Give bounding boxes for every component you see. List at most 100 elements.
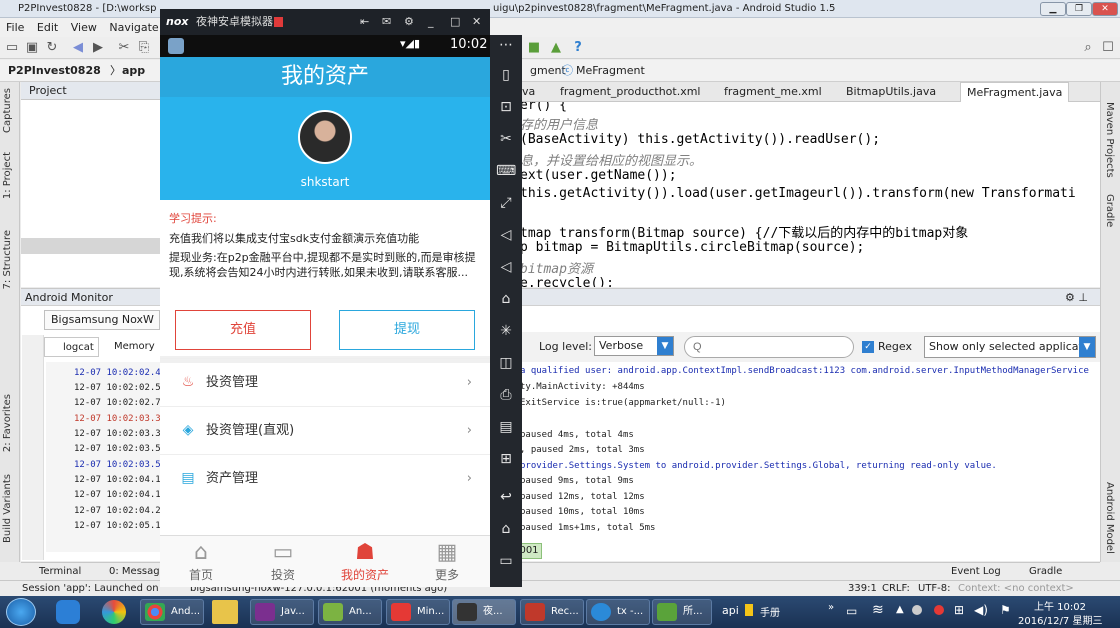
regex-checkbox[interactable]: ✓: [862, 341, 874, 353]
tool-build-variants[interactable]: Build Variants: [2, 474, 13, 543]
terminal-tab[interactable]: Terminal: [39, 563, 81, 581]
cut-icon[interactable]: ✂: [116, 40, 132, 56]
menu-investment-management[interactable]: ♨ 投资管理 ›: [160, 358, 490, 406]
print-icon[interactable]: ⎙: [496, 385, 516, 405]
tool-captures[interactable]: Captures: [2, 88, 13, 133]
menu-investment-visual[interactable]: ◈ 投资管理(直观) ›: [160, 406, 490, 454]
android-home-icon[interactable]: ⌂: [496, 519, 516, 539]
breadcrumb-package[interactable]: gment: [530, 60, 566, 82]
tool-structure[interactable]: 7: Structure: [2, 230, 13, 289]
start-button[interactable]: [6, 598, 36, 626]
volume-up-icon[interactable]: ◁: [496, 225, 516, 245]
keyboard-tray-icon[interactable]: ▭: [846, 604, 857, 618]
back-icon[interactable]: ◀: [70, 40, 86, 56]
tray-arrow-icon[interactable]: ▲: [896, 604, 904, 615]
taskbar-item-mindmanager[interactable]: Min...: [386, 599, 450, 625]
project-selected-row[interactable]: [21, 238, 161, 254]
recharge-button[interactable]: 充值: [175, 310, 311, 350]
close-icon[interactable]: ✕: [472, 9, 481, 35]
shake-icon[interactable]: ✳: [496, 321, 516, 341]
qq-icon[interactable]: [56, 600, 80, 624]
status-line-ending[interactable]: CRLF:: [882, 581, 910, 596]
flag-icon[interactable]: ⚑: [1000, 603, 1011, 617]
tab-logcat[interactable]: logcat: [44, 337, 99, 357]
multi-window-icon[interactable]: ⊞: [496, 449, 516, 469]
log-messages[interactable]: a qualified user: android.app.ContextImp…: [520, 366, 1090, 538]
status-position[interactable]: 339:1: [848, 581, 877, 596]
taskbar-item-java[interactable]: Jav...: [250, 599, 314, 625]
menu-navigate[interactable]: Navigate: [109, 21, 158, 34]
maximize-icon[interactable]: □: [450, 9, 460, 35]
mail-icon[interactable]: ✉: [382, 9, 391, 35]
tool-gradle[interactable]: Gradle: [1104, 194, 1115, 227]
maximize-button[interactable]: ❐: [1066, 2, 1092, 16]
minimize-icon[interactable]: _: [428, 9, 434, 35]
breadcrumb-module[interactable]: app: [122, 60, 145, 82]
android-back-icon[interactable]: ↩: [496, 487, 516, 507]
log-search-input[interactable]: [684, 336, 854, 358]
help-icon[interactable]: ?: [570, 40, 586, 56]
nav-more[interactable]: ▦ 更多: [406, 538, 488, 588]
close-button[interactable]: ✕: [1092, 2, 1118, 16]
network-tray-icon[interactable]: ⊞: [954, 603, 964, 617]
files-icon[interactable]: ▤: [496, 417, 516, 437]
tool-project[interactable]: 1: Project: [2, 152, 13, 199]
tray-dot-icon[interactable]: [912, 605, 922, 615]
clock-time[interactable]: 上午 10:02: [1034, 598, 1086, 613]
withdraw-button[interactable]: 提现: [339, 310, 475, 350]
tool-maven[interactable]: Maven Projects: [1104, 102, 1115, 178]
tab-memory[interactable]: Memory: [100, 337, 160, 357]
ime-input[interactable]: api: [722, 604, 739, 617]
tool-favorites[interactable]: 2: Favorites: [2, 394, 13, 452]
tool-android-model[interactable]: Android Model: [1104, 482, 1115, 554]
wifi-icon[interactable]: ≋: [872, 602, 884, 618]
taskbar-item-ie[interactable]: tx -...: [586, 599, 650, 625]
keyboard-icon[interactable]: ⌨: [496, 161, 516, 181]
app-filter-select[interactable]: Show only selected application ▼: [924, 336, 1096, 358]
settings-gear-icon[interactable]: ⚙ ⊥: [1065, 289, 1088, 307]
copy-icon[interactable]: ⎘: [136, 40, 152, 56]
volume-down-icon[interactable]: ◁: [496, 257, 516, 277]
code-editor[interactable]: er() { 存的用户信息 (BaseActivity) this.getAct…: [516, 102, 1100, 287]
search-everywhere-icon[interactable]: ⌕: [1080, 40, 1096, 56]
avatar[interactable]: [298, 110, 352, 164]
clock-date[interactable]: 2016/12/7 星期三: [1018, 612, 1102, 627]
tab-mefragment[interactable]: MeFragment.java: [960, 82, 1070, 102]
log-level-select[interactable]: Verbose ▼: [594, 336, 674, 356]
photos-icon[interactable]: [102, 600, 126, 624]
pin-icon[interactable]: ⇤: [360, 9, 369, 35]
nav-home[interactable]: ⌂ 首页: [160, 538, 242, 588]
tab-fragment-me[interactable]: fragment_me.xml: [718, 82, 828, 102]
scissors-icon[interactable]: ✂: [496, 129, 516, 149]
apk-install-icon[interactable]: ⌂: [496, 289, 516, 309]
taskbar-item-evernote[interactable]: 所...: [652, 599, 712, 625]
user-icon[interactable]: ☐: [1100, 40, 1116, 56]
sync-icon[interactable]: ↻: [44, 40, 60, 56]
android-recents-icon[interactable]: ▭: [496, 551, 516, 571]
explorer-icon[interactable]: [212, 600, 238, 624]
screenshot-icon[interactable]: ⊡: [496, 97, 516, 117]
gear-icon[interactable]: ⚙: [404, 9, 414, 35]
menu-asset-management[interactable]: ▤ 资产管理 ›: [160, 454, 490, 502]
project-panel-label[interactable]: Project: [29, 84, 67, 97]
menu-edit[interactable]: Edit: [37, 21, 58, 34]
record-icon[interactable]: ◫: [496, 353, 516, 373]
manual-label[interactable]: 手册: [760, 604, 780, 619]
save-icon[interactable]: ▣: [24, 40, 40, 56]
nav-invest[interactable]: ▭ 投资: [242, 538, 324, 588]
status-encoding[interactable]: UTF-8:: [918, 581, 951, 596]
tab-fragment-producthot[interactable]: fragment_producthot.xml: [554, 82, 707, 102]
taskbar-item-android-studio[interactable]: An...: [318, 599, 382, 625]
fullscreen-icon[interactable]: ⤢: [496, 193, 516, 213]
show-hidden-icons-icon[interactable]: »: [828, 602, 834, 613]
volume-icon[interactable]: ◀): [974, 603, 988, 617]
minimize-button[interactable]: ▁: [1040, 2, 1066, 16]
record-tray-icon[interactable]: [934, 605, 944, 615]
menu-file[interactable]: File: [6, 21, 24, 34]
forward-icon[interactable]: ▶: [90, 40, 106, 56]
nav-my-assets[interactable]: ☗ 我的资产: [324, 538, 406, 588]
tab-bitmaputils[interactable]: BitmapUtils.java: [840, 82, 942, 102]
taskbar-item-recorder[interactable]: Rec...: [520, 599, 584, 625]
android-icon[interactable]: ■: [526, 40, 542, 56]
taskbar-item-chrome[interactable]: And...: [140, 599, 204, 625]
